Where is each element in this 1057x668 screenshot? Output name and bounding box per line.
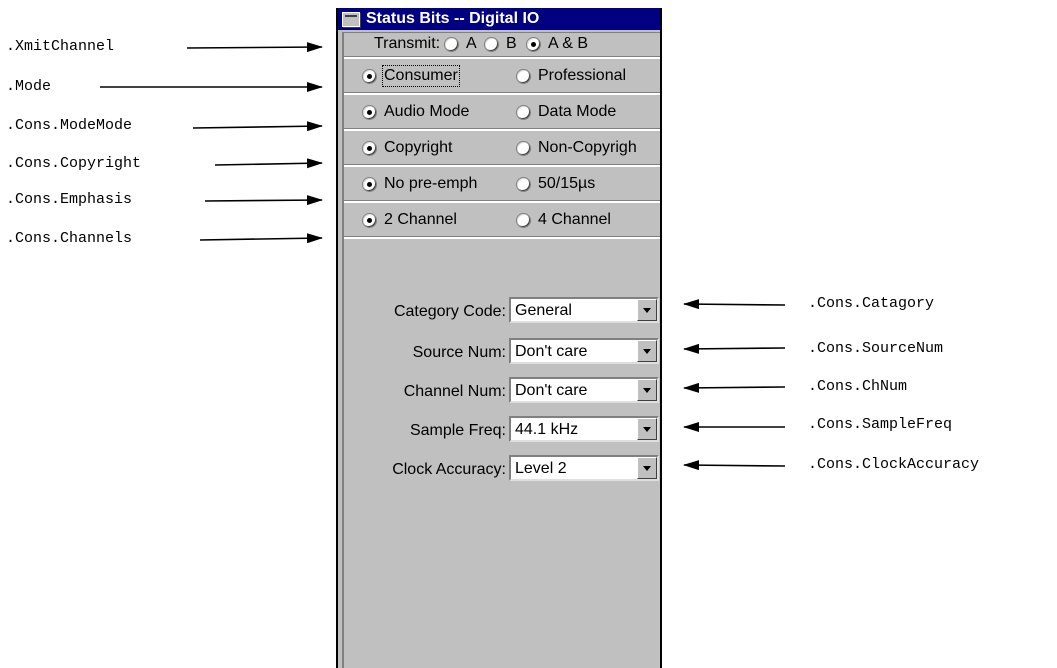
radio-icon[interactable] (484, 36, 499, 52)
source-num-value: Don't care (515, 343, 588, 360)
copyright-option-copyright[interactable]: Copyright (362, 139, 452, 157)
arrow-copyright (214, 158, 323, 169)
clock-accuracy-select[interactable]: Level 2 (509, 455, 659, 481)
chevron-down-icon[interactable] (637, 457, 657, 479)
radio-selected-icon[interactable] (362, 140, 377, 156)
source-num-select[interactable]: Don't care (509, 338, 659, 364)
emphasis-row: No pre-emph 50/15µs (344, 167, 660, 203)
channel-num-label: Channel Num: (403, 383, 506, 400)
arrow-emphasis (204, 195, 323, 206)
source-num-label: Source Num: (412, 344, 506, 361)
sample-freq-value: 44.1 kHz (515, 421, 579, 438)
radio-icon[interactable] (516, 68, 531, 84)
radio-icon[interactable] (516, 104, 531, 120)
source-num-field: Source Num: Don't care (344, 338, 660, 372)
radio-selected-icon[interactable] (362, 212, 377, 228)
category-code-label: Category Code: (393, 303, 506, 320)
copyright-option-noncopyright[interactable]: Non-Copyrigh (516, 139, 637, 157)
category-code-field: Category Code: General (344, 297, 660, 331)
mode-option-professional[interactable]: Professional (516, 67, 626, 85)
arrow-modemode (192, 121, 323, 132)
copyright-row: Copyright Non-Copyrigh (344, 131, 660, 167)
window-title: Status Bits -- Digital IO (366, 10, 540, 27)
clock-accuracy-value: Level 2 (515, 460, 567, 477)
arrow-sourcenum (683, 343, 786, 354)
radio-selected-icon[interactable] (526, 36, 541, 52)
radio-icon[interactable] (516, 212, 531, 228)
radio-icon[interactable] (444, 36, 459, 52)
transmit-option-ab[interactable]: A & B (526, 35, 588, 53)
modemode-row: Audio Mode Data Mode (344, 95, 660, 131)
chevron-down-icon[interactable] (637, 418, 657, 440)
radio-selected-icon[interactable] (362, 68, 377, 84)
transmit-label: Transmit: (374, 35, 441, 52)
chevron-down-icon[interactable] (637, 299, 657, 321)
sample-freq-label: Sample Freq: (409, 422, 506, 439)
modemode-option-audio[interactable]: Audio Mode (362, 103, 469, 121)
channels-option-2[interactable]: 2 Channel (362, 211, 457, 229)
arrow-clockaccuracy (683, 460, 786, 471)
channel-num-value: Don't care (515, 382, 588, 399)
channel-num-select[interactable]: Don't care (509, 377, 659, 403)
clock-accuracy-field: Clock Accuracy: Level 2 (344, 455, 660, 489)
emphasis-option-none[interactable]: No pre-emph (362, 175, 477, 193)
mode-option-consumer[interactable]: Consumer (362, 65, 460, 87)
chevron-down-icon[interactable] (637, 340, 657, 362)
chevron-down-icon[interactable] (637, 379, 657, 401)
category-code-select[interactable]: General (509, 297, 659, 323)
transmit-option-b[interactable]: B (484, 35, 517, 53)
channels-row: 2 Channel 4 Channel (344, 203, 660, 239)
arrow-chnum (683, 382, 786, 393)
title-bar[interactable]: Status Bits -- Digital IO (338, 8, 660, 30)
emphasis-option-5015[interactable]: 50/15µs (516, 175, 595, 193)
sample-freq-select[interactable]: 44.1 kHz (509, 416, 659, 442)
mode-row: Consumer Professional (344, 59, 660, 95)
radio-icon[interactable] (516, 140, 531, 156)
status-bits-window: Status Bits -- Digital IO Transmit: A B … (336, 8, 662, 668)
arrow-xmitchannel (186, 42, 323, 53)
channels-option-4[interactable]: 4 Channel (516, 211, 611, 229)
arrow-category (683, 299, 786, 310)
sample-freq-field: Sample Freq: 44.1 kHz (344, 416, 660, 450)
channel-num-field: Channel Num: Don't care (344, 377, 660, 411)
radio-icon[interactable] (516, 176, 531, 192)
transmit-option-a[interactable]: A (444, 35, 477, 53)
transmit-row: Transmit: A B A & B (344, 33, 660, 59)
category-code-value: General (515, 302, 572, 319)
panel-body: Transmit: A B A & B Consumer Professiona… (342, 32, 660, 668)
radio-selected-icon[interactable] (362, 104, 377, 120)
clock-accuracy-label: Clock Accuracy: (392, 461, 506, 478)
arrow-channels (199, 233, 323, 244)
modemode-option-data[interactable]: Data Mode (516, 103, 616, 121)
radio-selected-icon[interactable] (362, 176, 377, 192)
window-menu-icon[interactable] (342, 12, 360, 27)
